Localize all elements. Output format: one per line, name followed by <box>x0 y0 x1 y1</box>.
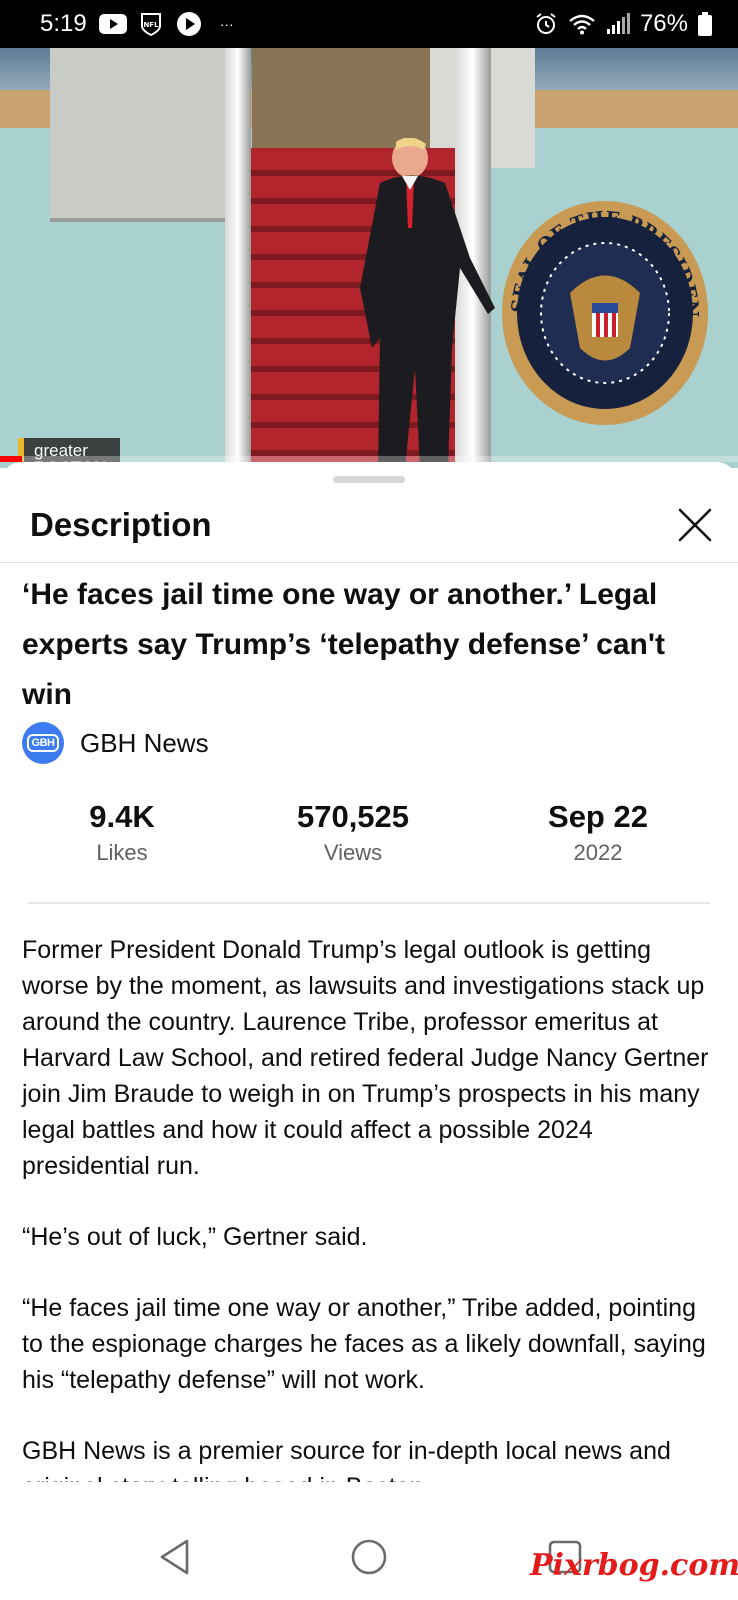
sheet-header: Description <box>0 492 738 563</box>
alarm-icon <box>532 13 560 35</box>
notification-icons: NFL ··· <box>98 12 241 36</box>
video-stair-canopy-left <box>50 48 225 222</box>
presidential-seal-icon: SEAL OF THE PRESIDENT OF THE UNITED STAT… <box>500 198 708 425</box>
divider <box>28 902 710 904</box>
nfl-icon: NFL <box>137 13 165 36</box>
home-button[interactable] <box>344 1532 394 1582</box>
close-button[interactable] <box>672 502 718 548</box>
description-paragraph: GBH News is a premier source for in-dept… <box>22 1437 671 1482</box>
wifi-icon <box>568 13 596 35</box>
views-label: Views <box>323 840 383 865</box>
description-paragraph: Former President Donald Trump’s legal ou… <box>22 936 709 1180</box>
description-text: Former President Donald Trump’s legal ou… <box>22 932 722 1482</box>
upload-year: 2022 <box>573 840 623 865</box>
upload-date: Sep 22 <box>548 799 648 834</box>
watermark-text: Pixrbog.com <box>530 1548 738 1583</box>
signal-icon <box>604 13 632 35</box>
play-icon <box>175 12 203 36</box>
video-progress-fill <box>0 456 23 462</box>
svg-text:NFL: NFL <box>143 21 159 29</box>
likes-label: Likes <box>96 840 148 865</box>
video-progress-bar[interactable] <box>0 456 738 462</box>
channel-row[interactable]: GBH GBH News <box>22 722 209 764</box>
youtube-icon <box>98 13 127 35</box>
description-sheet: Description ‘He faces jail time one way … <box>0 462 738 1600</box>
status-time: 5:19 <box>40 10 87 37</box>
system-icons: 76% <box>532 10 714 38</box>
channel-avatar-text: GBH <box>26 734 60 752</box>
views-count: 570,525 <box>296 799 410 834</box>
video-stair-rail-left <box>225 48 251 468</box>
description-paragraph: “He’s out of luck,” Gertner said. <box>22 1223 368 1251</box>
stat-views: 570,525 Views <box>253 798 453 870</box>
battery-percent: 76% <box>639 10 688 37</box>
description-content[interactable]: ‘He faces jail time one way or another.’… <box>0 562 738 1482</box>
status-bar: 5:19 NFL ··· 76% <box>0 0 738 48</box>
channel-name[interactable]: GBH News <box>80 728 209 759</box>
channel-avatar[interactable]: GBH <box>22 722 64 764</box>
video-person-figure <box>360 138 495 468</box>
stat-likes: 9.4K Likes <box>22 798 222 870</box>
drag-handle[interactable] <box>333 476 405 483</box>
stat-date: Sep 22 2022 <box>498 798 698 870</box>
more-notifications-icon: ··· <box>219 16 234 32</box>
video-player[interactable]: SEAL OF THE PRESIDENT OF THE UNITED STAT… <box>0 48 738 468</box>
home-circle-icon <box>351 1539 387 1575</box>
video-title: ‘He faces jail time one way or another.’… <box>22 578 665 711</box>
battery-icon <box>696 12 714 36</box>
sheet-title: Description <box>30 506 212 543</box>
back-button[interactable] <box>150 1532 200 1582</box>
video-stats: 9.4K Likes 570,525 Views Sep 22 2022 <box>0 798 738 868</box>
screen: 5:19 NFL ··· 76% SEAL OF THE PRESIDEN gr… <box>0 0 738 1600</box>
description-paragraph: “He faces jail time one way or another,”… <box>22 1294 706 1394</box>
back-triangle-icon <box>160 1539 189 1575</box>
likes-count: 9.4K <box>89 799 155 834</box>
close-icon <box>678 508 712 542</box>
